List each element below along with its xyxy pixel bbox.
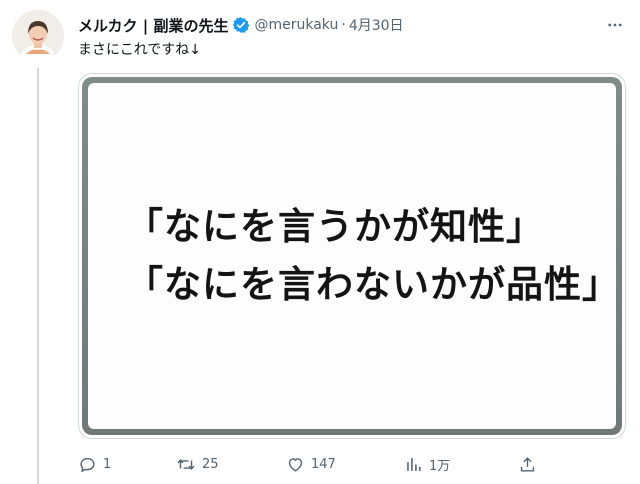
tweet-media[interactable]: 「なにを言うかが知性」 「なにを言わないかが品性」 [78,73,626,439]
more-options-icon[interactable] [604,14,626,36]
reply-button[interactable]: 1 [78,455,111,474]
like-count: 147 [311,456,336,472]
reply-icon [78,455,97,474]
media-quote-line-2: 「なにを言わないかが品性」 [126,263,620,306]
tweet-text: まさにこれですね↓ [78,42,202,58]
reply-count: 1 [103,456,112,472]
like-button[interactable]: 147 [286,455,336,474]
media-image: 「なにを言うかが知性」 「なにを言わないかが品性」 [88,83,620,429]
views-icon [404,455,423,474]
author-handle[interactable]: @merukaku [254,17,338,33]
separator-dot: · [341,17,346,33]
media-quote-line-1: 「なにを言うかが知性」 [126,205,544,248]
avatar[interactable] [12,10,64,62]
share-button[interactable] [518,455,537,474]
views-button[interactable]: 1万 [404,455,450,474]
retweet-icon [176,455,196,474]
verified-badge-icon [232,16,250,34]
tweet-date[interactable]: 4月30日 [349,15,404,35]
media-image-frame: 「なにを言うかが知性」 「なにを言わないかが品性」 [82,77,622,435]
retweet-button[interactable]: 25 [176,455,219,474]
tweet-header: メルカク | 副業の先生 @merukaku · 4月30日 [78,14,404,36]
thread-line [37,68,39,484]
share-icon [518,455,537,474]
views-count: 1万 [429,458,451,474]
author-name[interactable]: メルカク | 副業の先生 [78,15,228,36]
heart-icon [286,455,305,474]
retweet-count: 25 [202,456,219,472]
action-bar: 1 25 147 1万 [78,452,548,476]
